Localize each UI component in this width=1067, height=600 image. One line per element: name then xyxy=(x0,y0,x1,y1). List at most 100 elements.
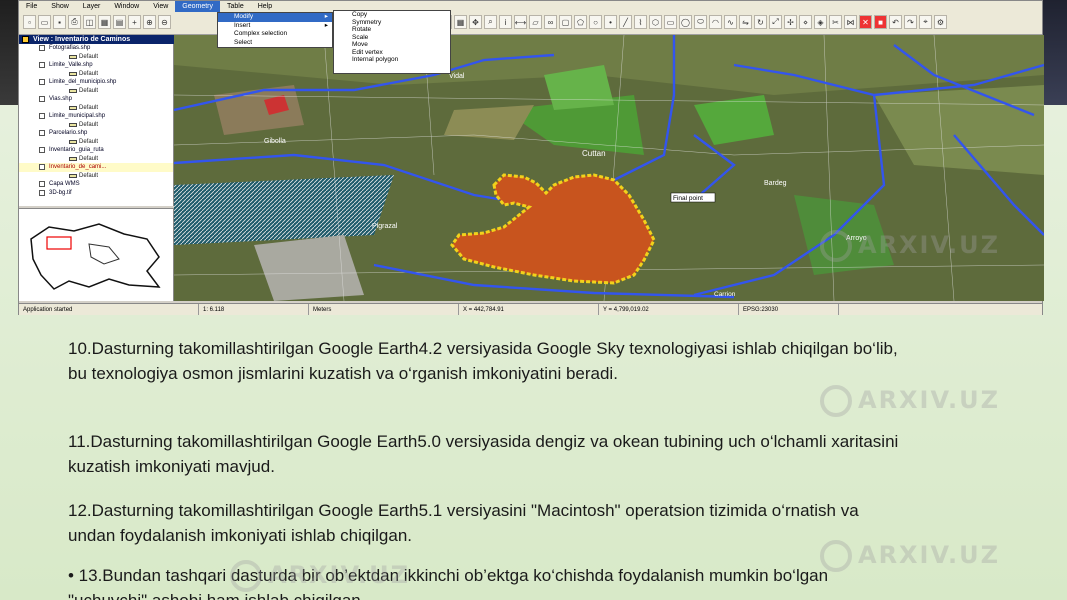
layer-visibility-checkbox[interactable] xyxy=(39,62,45,68)
legend-swatch xyxy=(69,122,77,127)
arc-icon[interactable]: ◠ xyxy=(709,15,722,29)
submenu-item-copy[interactable]: Copy xyxy=(334,11,450,19)
menu-window[interactable]: Window xyxy=(107,1,146,12)
table-icon[interactable]: ▦ xyxy=(98,15,111,29)
spline-icon[interactable]: ∿ xyxy=(724,15,737,29)
layer-visibility-checkbox[interactable] xyxy=(39,147,45,153)
join-icon[interactable]: ⋈ xyxy=(844,15,857,29)
menu-item-modify[interactable]: Modify ▸ xyxy=(218,13,332,22)
cut-icon[interactable]: ✂ xyxy=(829,15,842,29)
select-poly-icon[interactable]: ⬠ xyxy=(574,15,587,29)
submenu-item-edit-vertex[interactable]: Edit vertex xyxy=(334,49,450,57)
menu-help[interactable]: Help xyxy=(251,1,279,12)
submenu-item-internal-polygon[interactable]: Internal polygon xyxy=(334,56,450,64)
layer-item[interactable]: Limite_del_municipio.shp xyxy=(19,78,173,87)
snap-icon[interactable]: ⌖ xyxy=(919,15,932,29)
legend-label: Default xyxy=(79,53,99,60)
layer-item[interactable]: Parcelario.shp xyxy=(19,129,173,138)
layer-visibility-checkbox[interactable] xyxy=(39,181,45,187)
view-icon[interactable]: ◫ xyxy=(83,15,96,29)
submenu-item-move[interactable]: Move xyxy=(334,41,450,49)
layer-item[interactable]: 3D-bg.tif xyxy=(19,189,173,198)
water-hatch xyxy=(174,175,394,245)
select-rect-icon[interactable]: ▢ xyxy=(559,15,572,29)
edit-vertex-icon[interactable]: ⋄ xyxy=(799,15,812,29)
menu-item-insert[interactable]: Insert ▸ xyxy=(218,22,332,31)
layout-icon[interactable]: ▤ xyxy=(113,15,126,29)
zoom-icon[interactable]: ⌕ xyxy=(484,15,497,29)
legend-swatch xyxy=(69,156,77,161)
menu-table[interactable]: Table xyxy=(220,1,251,12)
layer-visibility-checkbox[interactable] xyxy=(39,189,45,196)
grid-icon[interactable]: ▦ xyxy=(454,15,467,29)
menu-item-modify-label: Modify xyxy=(234,13,254,20)
polygon-icon[interactable]: ⬡ xyxy=(649,15,662,29)
open-icon[interactable]: ▭ xyxy=(38,15,51,29)
info-icon[interactable]: i xyxy=(499,15,512,29)
settings-icon[interactable]: ⚙ xyxy=(934,15,947,29)
rectangle-icon[interactable]: ▭ xyxy=(664,15,677,29)
polyline-icon[interactable]: ⌇ xyxy=(634,15,647,29)
menu-show[interactable]: Show xyxy=(44,1,76,12)
undo-icon[interactable]: ↶ xyxy=(889,15,902,29)
layer-item[interactable]: Inventario_de_cami... xyxy=(19,163,173,172)
layer-item[interactable]: Limite_Valle.shp xyxy=(19,61,173,70)
area-icon[interactable]: ▱ xyxy=(529,15,542,29)
status-scale[interactable]: 1: 6.118 xyxy=(199,304,309,315)
stop-editing-icon[interactable]: ■ xyxy=(874,15,887,29)
layer-legend-item: Default xyxy=(19,87,173,96)
submenu-item-scale[interactable]: Scale xyxy=(334,34,450,42)
status-projection: EPSG:23030 xyxy=(739,304,839,315)
select-circle-icon[interactable]: ○ xyxy=(589,15,602,29)
watermark-logo-icon xyxy=(820,230,852,262)
layer-visibility-checkbox[interactable] xyxy=(39,96,45,102)
layer-item[interactable]: Limite_municipal.shp xyxy=(19,112,173,121)
measure-icon[interactable]: ⟷ xyxy=(514,15,527,29)
move-icon[interactable]: ✢ xyxy=(784,15,797,29)
layer-item[interactable]: Inventario_guia_ruta xyxy=(19,146,173,155)
watermark-2: ARXIV.UZ xyxy=(820,385,1000,417)
layer-visibility-checkbox[interactable] xyxy=(39,45,45,51)
new-icon[interactable]: ▫ xyxy=(23,15,36,29)
menu-item-complex-selection[interactable]: Complex selection xyxy=(218,30,332,39)
menu-item-select[interactable]: Select xyxy=(218,39,332,48)
overview-map[interactable] xyxy=(19,208,174,301)
layer-item[interactable]: Capa WMS xyxy=(19,180,173,189)
rotate-icon[interactable]: ↻ xyxy=(754,15,767,29)
circle-icon[interactable]: ◯ xyxy=(679,15,692,29)
submenu-item-rotate[interactable]: Rotate xyxy=(334,26,450,34)
legend-label: Default xyxy=(79,70,99,77)
watermark-logo-icon xyxy=(820,385,852,417)
menu-file[interactable]: File xyxy=(19,1,44,12)
zoom-out-icon[interactable]: ⊖ xyxy=(158,15,171,29)
menu-geometry[interactable]: Geometry xyxy=(175,1,220,12)
zoom-in-icon[interactable]: ⊕ xyxy=(143,15,156,29)
view-title-bar[interactable]: View : Inventario de Caminos xyxy=(19,35,174,44)
save-icon[interactable]: ▪ xyxy=(53,15,66,29)
internal-polygon-icon[interactable]: ◈ xyxy=(814,15,827,29)
print-icon[interactable]: ⎙ xyxy=(68,15,81,29)
layer-visibility-checkbox[interactable] xyxy=(39,164,45,170)
layer-item[interactable]: Vias.shp xyxy=(19,95,173,104)
symmetry-icon[interactable]: ⇋ xyxy=(739,15,752,29)
redo-icon[interactable]: ↷ xyxy=(904,15,917,29)
ellipse-icon[interactable]: ⬭ xyxy=(694,15,707,29)
layer-visibility-checkbox[interactable] xyxy=(39,79,45,85)
pan-icon[interactable]: ✥ xyxy=(469,15,482,29)
layer-item[interactable]: Fotografias.shp xyxy=(19,44,173,53)
menu-view[interactable]: View xyxy=(146,1,175,12)
scale-icon[interactable]: ⤢ xyxy=(769,15,782,29)
layer-table-of-contents: Fotografias.shp Default Limite_Valle.shp De… xyxy=(19,44,174,206)
submenu-item-symmetry[interactable]: Symmetry xyxy=(334,19,450,27)
layer-visibility-checkbox[interactable] xyxy=(39,113,45,119)
modify-submenu: Copy Symmetry Rotate Scale Move Edit ver… xyxy=(333,10,451,74)
legend-swatch xyxy=(69,139,77,144)
line-icon[interactable]: ╱ xyxy=(619,15,632,29)
delete-icon[interactable]: ✕ xyxy=(859,15,872,29)
menu-layer[interactable]: Layer xyxy=(76,1,108,12)
menu-bar: File Show Layer Window View Geometry Tab… xyxy=(19,1,1042,12)
hyperlink-icon[interactable]: ∞ xyxy=(544,15,557,29)
point-icon[interactable]: • xyxy=(604,15,617,29)
layer-visibility-checkbox[interactable] xyxy=(39,130,45,136)
add-layer-icon[interactable]: + xyxy=(128,15,141,29)
